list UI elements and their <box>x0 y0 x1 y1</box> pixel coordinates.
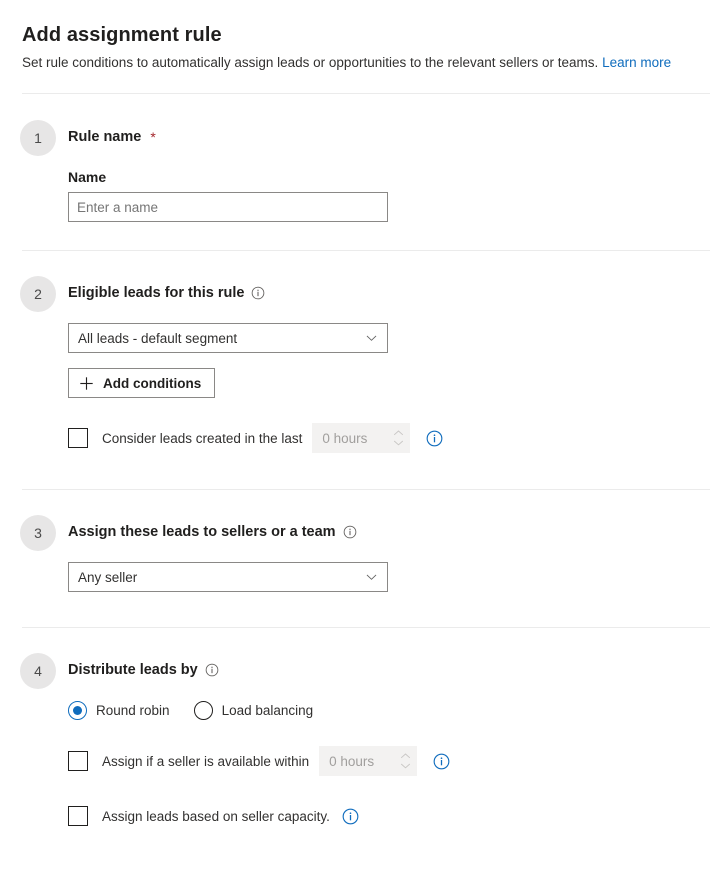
radio-option-round-robin[interactable]: Round robin <box>68 701 170 720</box>
info-circle-icon[interactable] <box>343 525 357 539</box>
section-heading-distribute-leads-text: Distribute leads by <box>68 662 198 678</box>
section-assign-sellers: 3 Assign these leads to sellers or a tea… <box>0 514 710 592</box>
radio-option-load-balancing[interactable]: Load balancing <box>193 701 314 720</box>
spinner-arrows <box>393 423 404 453</box>
info-circle-icon[interactable] <box>205 663 219 677</box>
section-eligible-leads: 2 Eligible leads for this rule All leads… <box>0 275 710 453</box>
section-heading-eligible-leads: Eligible leads for this rule <box>68 275 710 311</box>
seller-available-info-icon[interactable] <box>433 753 450 770</box>
seller-capacity-checkbox[interactable] <box>68 806 88 826</box>
consider-leads-created-row: Consider leads created in the last 0 hou… <box>68 423 710 453</box>
chevron-up-icon[interactable] <box>393 430 404 436</box>
section-heading-assign-sellers: Assign these leads to sellers or a team <box>68 514 710 550</box>
step-number-3: 3 <box>20 515 56 551</box>
seller-capacity-row: Assign leads based on seller capacity. <box>68 806 710 826</box>
plus-icon <box>79 376 94 391</box>
section-rule-name: 1 Rule name * Name <box>0 119 710 222</box>
eligible-leads-dropdown[interactable]: All leads - default segment <box>68 323 388 353</box>
section-heading-rule-name: Rule name * <box>68 119 710 155</box>
eligible-leads-dropdown-value: All leads - default segment <box>78 330 238 346</box>
page-header: Add assignment rule Set rule conditions … <box>0 0 710 72</box>
divider-header <box>22 93 710 94</box>
seller-available-label: Assign if a seller is available within <box>102 753 310 769</box>
section-heading-assign-sellers-text: Assign these leads to sellers or a team <box>68 524 336 540</box>
add-conditions-button-label: Add conditions <box>103 375 202 391</box>
required-asterisk: * <box>150 129 156 145</box>
consider-leads-hours-spinner[interactable]: 0 hours <box>312 423 411 453</box>
radio-load-balancing-label: Load balancing <box>221 703 314 718</box>
assign-sellers-dropdown[interactable]: Any seller <box>68 562 388 592</box>
assign-sellers-dropdown-value: Any seller <box>78 569 138 585</box>
radio-round-robin-label: Round robin <box>96 703 170 718</box>
section-heading-distribute-leads: Distribute leads by <box>68 652 710 688</box>
page-title: Add assignment rule <box>22 24 222 46</box>
consider-leads-info-icon[interactable] <box>426 430 443 447</box>
page-subtitle: Set rule conditions to automatically ass… <box>22 54 690 72</box>
step-number-2: 2 <box>20 276 56 312</box>
divider-1 <box>22 250 710 251</box>
seller-available-row: Assign if a seller is available within 0… <box>68 746 710 776</box>
spinner-arrows <box>400 746 411 776</box>
add-assignment-rule-page: Add assignment rule Set rule conditions … <box>0 0 710 886</box>
step-number-1: 1 <box>20 120 56 156</box>
rule-name-input[interactable] <box>68 192 388 222</box>
learn-more-link[interactable]: Learn more <box>602 55 671 70</box>
consider-leads-hours-value: 0 hours <box>322 430 368 446</box>
consider-leads-created-label: Consider leads created in the last <box>102 430 303 446</box>
section-distribute-leads: 4 Distribute leads by Round robin Load b… <box>0 652 710 826</box>
seller-available-hours-spinner[interactable]: 0 hours <box>319 746 418 776</box>
info-circle-icon[interactable] <box>251 286 265 300</box>
seller-capacity-info-icon[interactable] <box>342 808 359 825</box>
divider-3 <box>22 627 710 628</box>
section-heading-eligible-leads-text: Eligible leads for this rule <box>68 285 245 301</box>
step-number-4: 4 <box>20 653 56 689</box>
chevron-down-icon <box>365 571 378 584</box>
section-heading-rule-name-text: Rule name <box>68 129 142 145</box>
seller-capacity-label: Assign leads based on seller capacity. <box>102 808 330 824</box>
seller-available-checkbox[interactable] <box>68 751 88 771</box>
seller-available-hours-value: 0 hours <box>329 753 375 769</box>
radio-round-robin-control[interactable] <box>68 701 87 720</box>
add-conditions-button[interactable]: Add conditions <box>68 368 216 398</box>
consider-leads-created-checkbox[interactable] <box>68 428 88 448</box>
chevron-up-icon[interactable] <box>400 753 411 759</box>
page-subtitle-text: Set rule conditions to automatically ass… <box>22 55 599 70</box>
distribute-leads-radio-group: Round robin Load balancing <box>68 701 710 720</box>
chevron-down-icon <box>365 332 378 345</box>
name-field-label: Name <box>68 169 107 185</box>
radio-load-balancing-control[interactable] <box>193 701 213 720</box>
divider-2 <box>22 489 710 490</box>
chevron-down-icon[interactable] <box>400 763 411 769</box>
chevron-down-icon[interactable] <box>393 440 404 446</box>
